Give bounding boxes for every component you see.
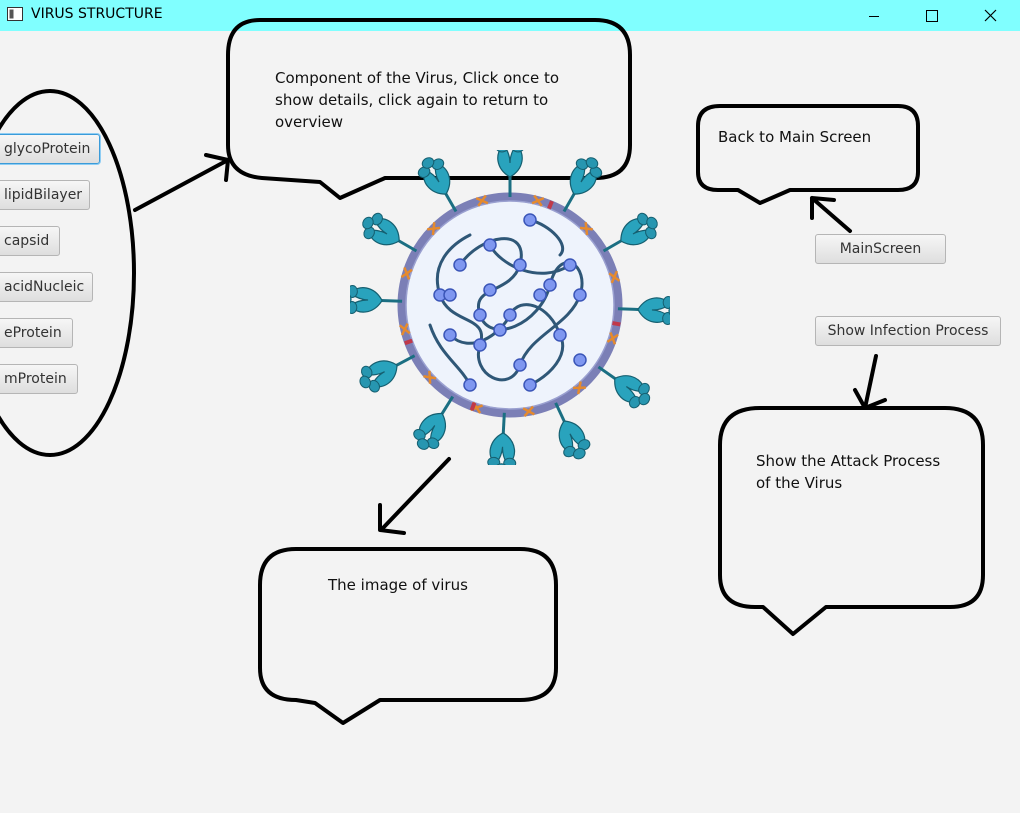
acidnucleic-button[interactable]: acidNucleic (0, 272, 93, 302)
virus-image (350, 150, 670, 465)
glycoprotein-label: glycoProtein (4, 141, 91, 157)
main-screen-bubble (696, 104, 920, 205)
capsid-label: capsid (4, 233, 50, 249)
mprotein-button[interactable]: mProtein (0, 364, 78, 394)
infection-bubble (718, 406, 985, 636)
capsid-button[interactable]: capsid (0, 226, 60, 256)
lipidbilayer-label: lipidBilayer (4, 187, 83, 203)
lipidbilayer-button[interactable]: lipidBilayer (0, 180, 90, 210)
components-note: Component of the Virus, Click once to sh… (275, 69, 560, 131)
main-screen-label: MainScreen (839, 241, 922, 257)
components-arrow (133, 153, 230, 212)
eprotein-button[interactable]: eProtein (0, 318, 73, 348)
show-infection-label: Show Infection Process (827, 323, 989, 339)
infection-note: Show the Attack Process of the Virus (756, 452, 941, 492)
glycoprotein-button[interactable]: glycoProtein (0, 134, 100, 164)
image-note: The image of virus (328, 576, 468, 594)
eprotein-label: eProtein (4, 325, 62, 341)
acidnucleic-label: acidNucleic (4, 279, 85, 295)
main-screen-note: Back to Main Screen (718, 128, 872, 146)
infection-arrow (853, 354, 887, 410)
main-screen-arrow (810, 196, 852, 233)
mprotein-label: mProtein (4, 371, 67, 387)
main-screen-button[interactable]: MainScreen (815, 234, 946, 264)
image-arrow (378, 457, 451, 535)
show-infection-button[interactable]: Show Infection Process (815, 316, 1001, 346)
